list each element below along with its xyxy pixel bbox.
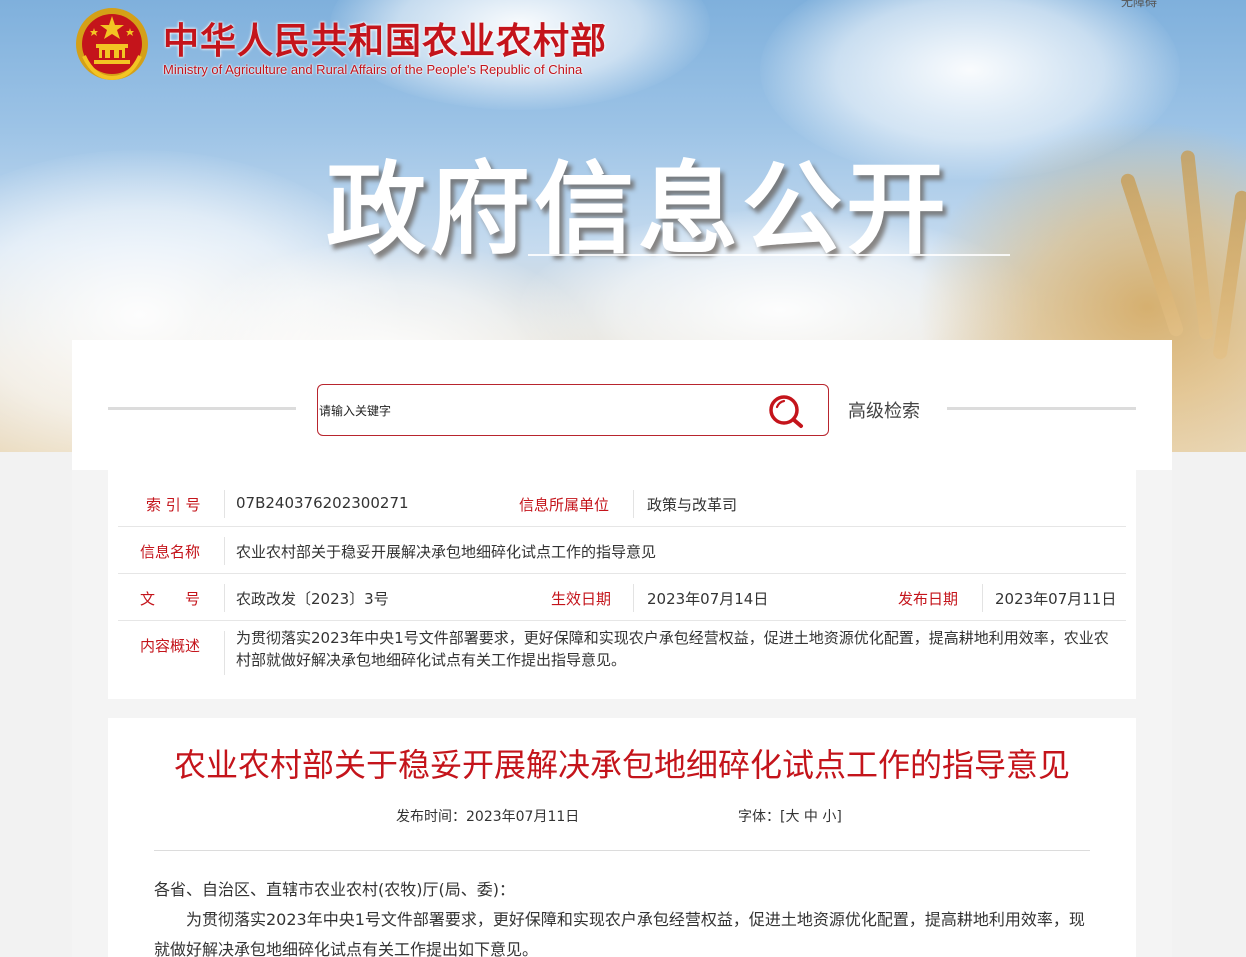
salutation: 各省、自治区、直辖市农业农村(农牧)厅(局、委)： <box>154 880 515 899</box>
column-divider <box>633 490 634 518</box>
font-bracket-close: ] <box>836 809 842 825</box>
main-content: 高级检索 索 引 号 07B240376202300271 信息所属单位 政策与… <box>72 340 1172 957</box>
article: 农业农村部关于稳妥开展解决承包地细碎化试点工作的指导意见 发布时间：2023年0… <box>108 718 1136 957</box>
info-row: 索 引 号 07B240376202300271 信息所属单位 政策与改革司 <box>118 480 1126 527</box>
organization-label: 信息所属单位 <box>519 496 610 514</box>
font-size-medium[interactable]: 中 <box>804 809 818 825</box>
publish-date-value: 2023年07月11日 <box>995 590 1117 608</box>
column-divider <box>224 490 225 518</box>
summary-label: 内容概述 <box>140 637 201 655</box>
info-row: 文 号 农政改发〔2023〕3号 生效日期 2023年07月14日 发布日期 2… <box>118 574 1126 621</box>
column-divider <box>633 584 634 612</box>
column-divider <box>224 631 225 675</box>
document-number-label: 文 号 <box>140 590 201 608</box>
search-icon[interactable] <box>766 393 806 429</box>
paragraph: 为贯彻落实2023年中央1号文件部署要求，更好保障和实现农户承包经营权益，促进土… <box>154 910 1085 957</box>
column-divider <box>982 584 983 612</box>
search-area: 高级检索 <box>72 340 1172 470</box>
effective-date-label: 生效日期 <box>551 590 612 608</box>
accessibility-link[interactable]: 无障碍 <box>1121 0 1157 10</box>
search-divider <box>947 407 1136 410</box>
article-divider <box>154 850 1090 851</box>
info-row: 内容概述 为贯彻落实2023年中央1号文件部署要求，更好保障和实现农户承包经营权… <box>118 621 1126 685</box>
info-table: 索 引 号 07B240376202300271 信息所属单位 政策与改革司 信… <box>108 470 1136 699</box>
font-size-label: 字体： <box>738 809 780 825</box>
index-number-value: 07B240376202300271 <box>236 494 409 512</box>
page-hero-title: 政府信息公开 <box>326 151 950 268</box>
summary-value: 为贯彻落实2023年中央1号文件部署要求，更好保障和实现农户承包经营权益，促进土… <box>236 629 1109 669</box>
effective-date-value: 2023年07月14日 <box>647 590 769 608</box>
hero-underline <box>528 254 1010 256</box>
article-body: 各省、自治区、直辖市农业农村(农牧)厅(局、委)： 为贯彻落实2023年中央1号… <box>154 875 1094 957</box>
advanced-search-link[interactable]: 高级检索 <box>848 397 920 423</box>
font-size-large[interactable]: 大 <box>785 809 799 825</box>
publish-time-label: 发布时间： <box>396 809 466 825</box>
info-row: 信息名称 农业农村部关于稳妥开展解决承包地细碎化试点工作的指导意见 <box>118 527 1126 574</box>
article-title: 农业农村部关于稳妥开展解决承包地细碎化试点工作的指导意见 <box>173 746 1070 784</box>
font-size-small[interactable]: 小 <box>822 809 836 825</box>
publish-time-value: 2023年07月11日 <box>466 809 580 825</box>
publish-time: 发布时间：2023年07月11日 <box>396 806 579 826</box>
site-title[interactable]: 中华人民共和国农业农村部 <box>163 12 607 64</box>
publish-date-label: 发布日期 <box>898 590 959 608</box>
national-emblem-icon[interactable] <box>74 6 150 82</box>
info-name-value: 农业农村部关于稳妥开展解决承包地细碎化试点工作的指导意见 <box>236 543 657 561</box>
column-divider <box>224 537 225 565</box>
document-number-value: 农政改发〔2023〕3号 <box>236 590 389 608</box>
search-input[interactable] <box>319 401 749 421</box>
index-number-label: 索 引 号 <box>146 496 201 514</box>
site-title-english[interactable]: Ministry of Agriculture and Rural Affair… <box>163 62 582 77</box>
search-divider <box>108 407 296 410</box>
search-box <box>317 384 829 436</box>
column-divider <box>224 584 225 612</box>
info-name-label: 信息名称 <box>140 543 201 561</box>
font-size-switcher: 字体：[大 中 小] <box>738 806 842 826</box>
organization-value: 政策与改革司 <box>647 496 738 514</box>
